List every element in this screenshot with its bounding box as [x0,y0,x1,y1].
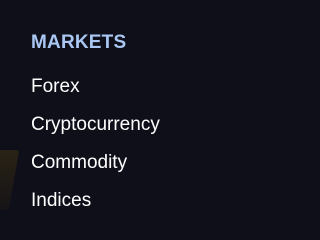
markets-menu: MARKETS Forex Cryptocurrency Commodity I… [31,30,160,220]
cryptocurrency-link[interactable]: Cryptocurrency [31,106,160,144]
markets-heading: MARKETS [31,32,127,53]
list-item: Commodity [31,144,160,182]
indices-link[interactable]: Indices [31,182,160,220]
forex-link[interactable]: Forex [31,68,160,106]
background-decoration [0,150,20,210]
commodity-link[interactable]: Commodity [31,144,160,182]
markets-list: Forex Cryptocurrency Commodity Indices [31,68,160,220]
list-item: Forex [31,68,160,106]
list-item: Cryptocurrency [31,106,160,144]
list-item: Indices [31,182,160,220]
